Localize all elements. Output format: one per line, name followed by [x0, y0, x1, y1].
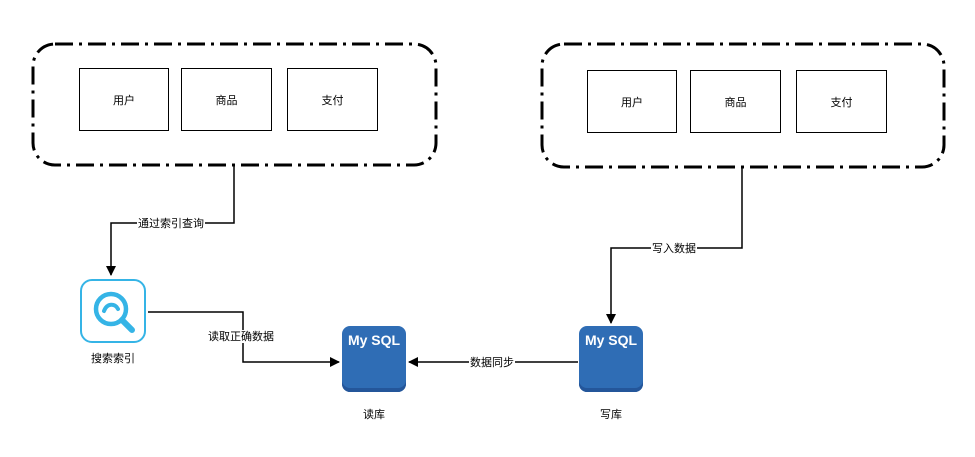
- right-user-box: 用户: [587, 70, 677, 133]
- right-payment-box: 支付: [796, 70, 887, 133]
- edge-label-read-correct-data: 读取正确数据: [207, 330, 275, 343]
- read-db-caption: 读库: [363, 408, 385, 421]
- edge-label-data-sync: 数据同步: [469, 356, 515, 369]
- edge-label-write-data: 写入数据: [651, 242, 697, 255]
- search-index-caption: 搜索索引: [91, 352, 135, 365]
- write-db-caption: 写库: [600, 408, 622, 421]
- left-payment-box: 支付: [287, 68, 378, 131]
- left-user-box: 用户: [79, 68, 169, 131]
- write-db-logo: My SQL: [584, 332, 638, 348]
- read-db-logo: My SQL: [347, 332, 401, 348]
- right-product-box: 商品: [690, 70, 781, 133]
- edge-label-query-by-index: 通过索引查询: [137, 217, 205, 230]
- write-db-mysql-icon: My SQL: [579, 326, 643, 392]
- search-magnifier-icon: [80, 279, 146, 343]
- left-product-box: 商品: [181, 68, 272, 131]
- read-db-mysql-icon: My SQL: [342, 326, 406, 392]
